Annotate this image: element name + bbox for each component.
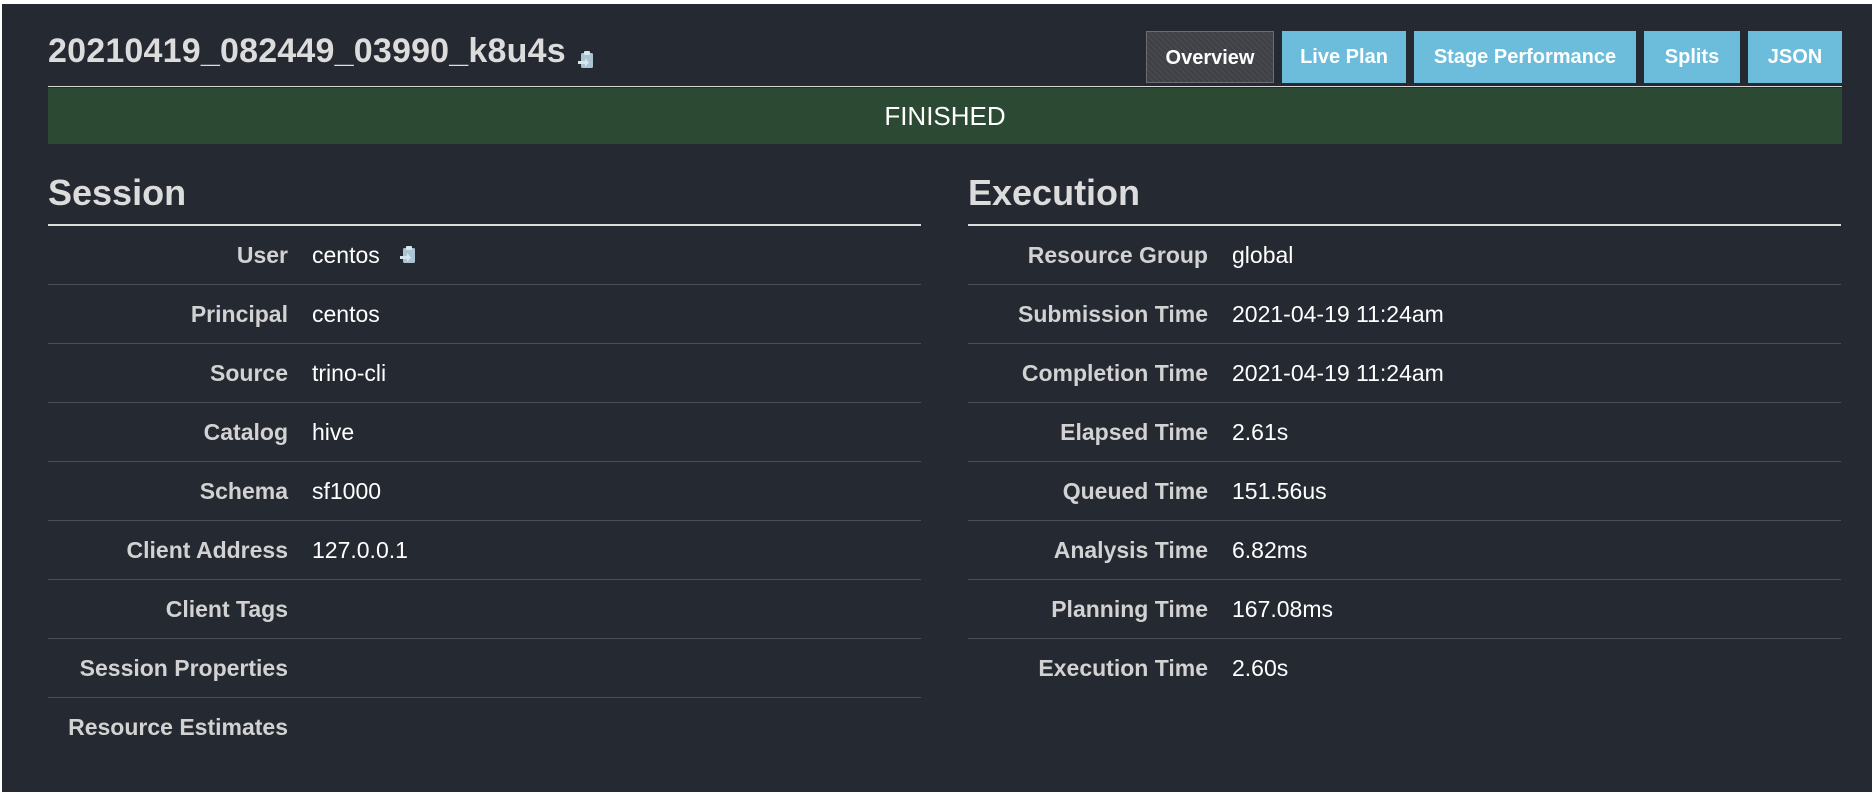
tab-json[interactable]: JSON bbox=[1748, 31, 1842, 83]
execution-row-planning-time: Planning Time 167.08ms bbox=[968, 580, 1841, 639]
execution-label: Planning Time bbox=[1051, 595, 1208, 622]
execution-label: Resource Group bbox=[1027, 241, 1208, 268]
session-label: User bbox=[236, 241, 288, 268]
session-label: Client Tags bbox=[165, 595, 288, 622]
execution-label: Completion Time bbox=[1021, 359, 1208, 386]
tab-live-plan[interactable]: Live Plan bbox=[1282, 31, 1406, 83]
session-row-session-properties: Session Properties bbox=[48, 639, 921, 698]
tab-splits[interactable]: Splits bbox=[1644, 31, 1740, 83]
execution-row-analysis-time: Analysis Time 6.82ms bbox=[968, 521, 1841, 580]
session-row-client-tags: Client Tags bbox=[48, 580, 921, 639]
session-value: sf1000 bbox=[312, 477, 382, 504]
execution-title: Execution bbox=[968, 170, 1841, 226]
query-id-text: 20210419_082449_03990_k8u4s bbox=[48, 32, 566, 70]
session-label: Resource Estimates bbox=[68, 713, 288, 740]
execution-label: Execution Time bbox=[1038, 654, 1208, 681]
session-label: Session Properties bbox=[79, 654, 288, 681]
session-value: centos bbox=[312, 300, 380, 327]
execution-value: 6.82ms bbox=[1232, 536, 1308, 563]
clipboard-icon[interactable] bbox=[576, 41, 598, 68]
query-content: 20210419_082449_03990_k8u4s Overview Liv… bbox=[48, 4, 1842, 740]
query-tabs: Overview Live Plan Stage Performance Spl… bbox=[1146, 31, 1842, 83]
clipboard-icon[interactable] bbox=[398, 244, 420, 266]
execution-row-elapsed-time: Elapsed Time 2.61s bbox=[968, 403, 1841, 462]
query-state-banner: FINISHED bbox=[48, 88, 1842, 144]
execution-value: 2.61s bbox=[1232, 418, 1289, 445]
session-value: hive bbox=[312, 418, 355, 445]
execution-value: 167.08ms bbox=[1232, 595, 1334, 622]
session-row-user: User centos bbox=[48, 226, 921, 285]
execution-value: 2021-04-19 11:24am bbox=[1232, 359, 1444, 386]
session-user-value: centos bbox=[312, 241, 380, 268]
session-row-source: Source trino-cli bbox=[48, 344, 921, 403]
session-label: Catalog bbox=[203, 418, 288, 445]
session-row-schema: Schema sf1000 bbox=[48, 462, 921, 521]
execution-row-completion-time: Completion Time 2021-04-19 11:24am bbox=[968, 344, 1841, 403]
session-label: Source bbox=[210, 359, 288, 386]
execution-value: 2021-04-19 11:24am bbox=[1232, 300, 1444, 327]
session-label: Principal bbox=[190, 300, 288, 327]
tab-overview[interactable]: Overview bbox=[1146, 31, 1274, 83]
execution-label: Queued Time bbox=[1062, 477, 1208, 504]
session-value: trino-cli bbox=[312, 359, 387, 386]
execution-value: 2.60s bbox=[1232, 654, 1289, 681]
execution-section: Execution Resource Group global Submissi… bbox=[968, 170, 1841, 697]
tab-stage-performance[interactable]: Stage Performance bbox=[1414, 31, 1636, 83]
execution-row-submission-time: Submission Time 2021-04-19 11:24am bbox=[968, 285, 1841, 344]
session-label: Client Address bbox=[126, 536, 288, 563]
session-row-client-address: Client Address 127.0.0.1 bbox=[48, 521, 921, 580]
session-title: Session bbox=[48, 170, 921, 226]
execution-value: 151.56us bbox=[1232, 477, 1327, 504]
execution-label: Analysis Time bbox=[1053, 536, 1208, 563]
session-label: Schema bbox=[199, 477, 288, 504]
session-section: Session User centos Principal centos Sou… bbox=[48, 170, 921, 756]
execution-value: global bbox=[1232, 241, 1294, 268]
session-value: centos bbox=[312, 242, 420, 269]
session-value: 127.0.0.1 bbox=[312, 536, 408, 563]
query-header: 20210419_082449_03990_k8u4s Overview Liv… bbox=[48, 4, 1842, 87]
execution-row-queued-time: Queued Time 151.56us bbox=[968, 462, 1841, 521]
execution-row-execution-time: Execution Time 2.60s bbox=[968, 639, 1841, 697]
execution-label: Elapsed Time bbox=[1060, 418, 1208, 445]
execution-row-resource-group: Resource Group global bbox=[968, 226, 1841, 285]
query-detail-panel: 20210419_082449_03990_k8u4s Overview Liv… bbox=[2, 4, 1872, 792]
query-id-heading: 20210419_082449_03990_k8u4s bbox=[48, 32, 598, 71]
session-row-catalog: Catalog hive bbox=[48, 403, 921, 462]
session-row-principal: Principal centos bbox=[48, 285, 921, 344]
execution-label: Submission Time bbox=[1017, 300, 1208, 327]
session-row-resource-estimates: Resource Estimates bbox=[48, 698, 921, 756]
